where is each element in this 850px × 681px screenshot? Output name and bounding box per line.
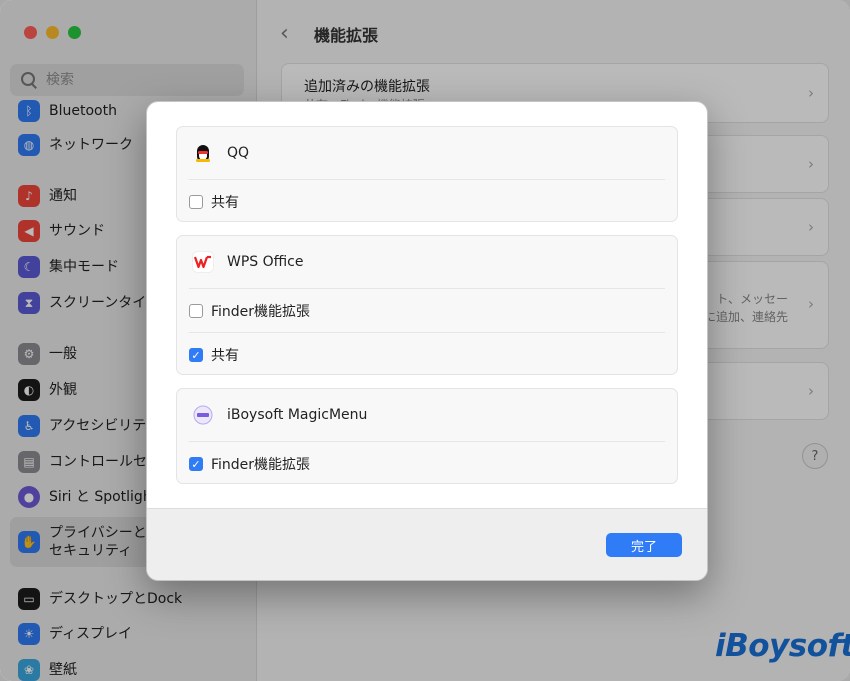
extension-group-qq: QQ 共有 [176,126,678,222]
option-row[interactable]: 共有 [177,180,677,224]
app-name: iBoysoft MagicMenu [227,407,368,423]
group-header: iBoysoft MagicMenu [177,389,677,441]
checkbox[interactable]: ✓ [189,457,203,471]
checkbox[interactable] [189,304,203,318]
checkbox-label: Finder機能拡張 [211,304,311,320]
checkbox-label: 共有 [211,195,239,211]
done-button[interactable]: 完了 [606,533,682,557]
group-header: WPS Office [177,236,677,288]
option-row[interactable]: ✓ Finder機能拡張 [177,442,677,486]
checkbox[interactable]: ✓ [189,348,203,362]
extension-group-magicmenu: iBoysoft MagicMenu ✓ Finder機能拡張 [176,388,678,484]
checkbox-label: 共有 [211,348,239,364]
checkbox[interactable] [189,195,203,209]
group-header: QQ [177,127,677,179]
checkbox-label: Finder機能拡張 [211,457,311,473]
app-name: WPS Office [227,254,304,270]
magicmenu-logo-icon [191,403,215,427]
extension-group-wps: WPS Office Finder機能拡張 ✓ 共有 [176,235,678,375]
option-row[interactable]: Finder機能拡張 [177,289,677,333]
extensions-sheet: QQ 共有 WPS Office Finder機能拡張 ✓ 共有 iBoysof… [146,101,708,581]
settings-window: ᛒ Bluetooth ◍ ネットワーク ♪ 通知 ◀ サウンド ☾ 集中モード… [0,0,850,681]
wps-logo-icon [191,250,215,274]
sheet-footer: 完了 [147,508,707,580]
qq-penguin-icon [191,141,215,165]
app-name: QQ [227,145,250,161]
option-row[interactable]: ✓ 共有 [177,333,677,377]
